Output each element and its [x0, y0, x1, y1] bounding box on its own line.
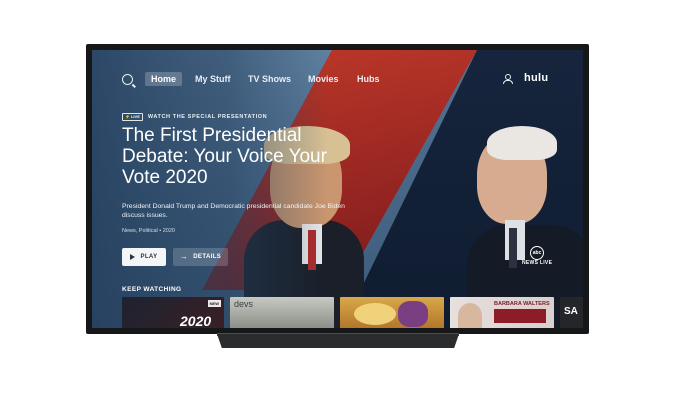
tile-2020-title: 2020	[180, 313, 212, 328]
tile-devs[interactable]: devs	[230, 297, 334, 328]
tv-stand	[217, 334, 459, 348]
news-live-label: NEWS LIVE	[522, 260, 553, 266]
nav-item-my-stuff[interactable]: My Stuff	[189, 72, 237, 86]
barbara-walters-image	[458, 303, 482, 328]
tile-devs-title: devs	[234, 299, 254, 309]
tile-sa[interactable]: SA	[560, 297, 583, 328]
tile-sa-title: SA	[564, 306, 578, 317]
live-badge-text: LIVE	[130, 114, 140, 119]
abc-news-live-logo: abc NEWS LIVE	[522, 246, 552, 266]
tile-2020[interactable]: NEW 2020	[122, 297, 224, 328]
details-button[interactable]: → DETAILS	[173, 248, 228, 266]
live-badge: ⚡ LIVE	[122, 113, 143, 121]
play-button[interactable]: PLAY	[122, 248, 166, 266]
cartoon-image	[354, 303, 396, 325]
hulu-screen: Home My Stuff TV Shows Movies Hubs hulu …	[92, 50, 583, 328]
hero-kicker: WATCH THE SPECIAL PRESENTATION	[147, 114, 268, 120]
nav-item-tv-shows[interactable]: TV Shows	[242, 72, 297, 86]
top-navigation: Home My Stuff TV Shows Movies Hubs hulu	[92, 70, 583, 88]
tile-barbara-walters-title: BARBARA WALTERS	[494, 301, 550, 307]
hero-description: President Donald Trump and Democratic pr…	[122, 203, 345, 219]
bolt-icon: ⚡	[125, 114, 130, 119]
new-badge: NEW	[207, 300, 221, 307]
live-kicker-row: ⚡ LIVE WATCH THE SPECIAL PRESENTATION	[122, 113, 267, 121]
abc-logo-mark: abc	[530, 246, 545, 260]
search-icon[interactable]	[122, 74, 133, 85]
nav-item-movies[interactable]: Movies	[302, 72, 345, 86]
hero-title: The First Presidential Debate: Your Voic…	[122, 125, 327, 188]
hero-meta: News, Political • 2020	[122, 228, 175, 234]
user-icon[interactable]	[502, 74, 513, 84]
tile-hey-arnold[interactable]	[340, 297, 444, 328]
play-button-label: PLAY	[140, 254, 158, 260]
cartoon-image-2	[398, 301, 428, 327]
arrow-right-icon: →	[179, 252, 189, 261]
hulu-logo[interactable]: hulu	[524, 72, 548, 84]
nav-item-home[interactable]: Home	[145, 72, 183, 86]
tv-frame: Home My Stuff TV Shows Movies Hubs hulu …	[86, 44, 589, 334]
details-button-label: DETAILS	[193, 254, 222, 260]
tile-barbara-walters[interactable]: BARBARA WALTERS	[450, 297, 554, 328]
scandals-text-block	[494, 309, 546, 323]
nav-item-hubs[interactable]: Hubs	[351, 72, 386, 86]
play-icon	[130, 254, 136, 260]
keep-watching-label: KEEP WATCHING	[122, 286, 182, 293]
